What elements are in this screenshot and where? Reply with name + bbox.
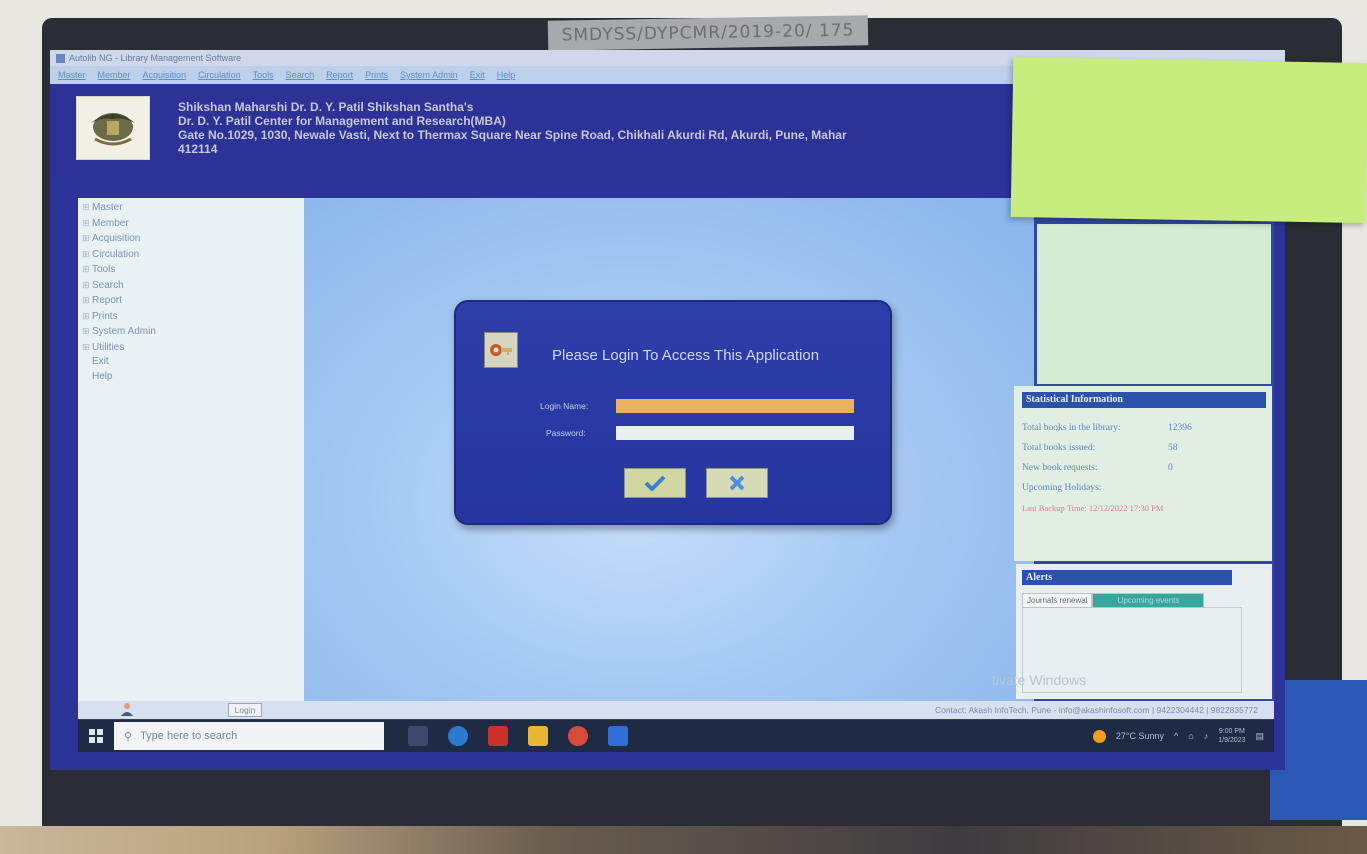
- tree-item-member[interactable]: ⊞ Member: [82, 216, 304, 232]
- stat-row: Upcoming Holidays:: [1022, 483, 1102, 493]
- info-panel: Statistical Information Total books in t…: [992, 198, 1274, 701]
- chevron-up-icon[interactable]: ^: [1174, 731, 1178, 741]
- menu-item-system-admin[interactable]: System Admin: [400, 66, 458, 84]
- start-button[interactable]: [78, 729, 114, 743]
- window-title: Autolib NG - Library Management Software: [69, 53, 242, 63]
- contact-info: Contact: Akash InfoTech, Pune - info@aka…: [934, 705, 1258, 715]
- institute-name: Dr. D. Y. Patil Center for Management an…: [178, 114, 506, 128]
- tree-item-help[interactable]: Help: [82, 370, 304, 385]
- expand-icon[interactable]: ⊞: [82, 200, 92, 215]
- login-name-label: Login Name:: [540, 401, 589, 411]
- pinned-apps: [408, 726, 628, 746]
- tree-item-master[interactable]: ⊞ Master: [82, 200, 304, 216]
- expand-icon[interactable]: ⊞: [82, 293, 92, 308]
- tab-journals-renewal[interactable]: Journals renewal: [1022, 593, 1093, 608]
- app-icon: [56, 53, 65, 63]
- key-icon: [484, 332, 518, 368]
- menu-item-prints[interactable]: Prints: [365, 66, 388, 84]
- windows-taskbar: ⚲ Type here to search 27°C Sunny ^ ⌂ ♪ 9…: [78, 720, 1274, 752]
- taskbar-search[interactable]: ⚲ Type here to search: [114, 722, 384, 750]
- clock[interactable]: 9:00 PM 1/9/2023: [1218, 727, 1245, 745]
- menu-item-help[interactable]: Help: [497, 66, 516, 84]
- clock-time: 9:00 PM: [1218, 728, 1245, 735]
- ok-button[interactable]: [624, 468, 686, 498]
- weather-sun-icon: [1092, 729, 1106, 743]
- menu-item-search[interactable]: Search: [286, 66, 315, 84]
- statistics-box: Statistical Information Total books in t…: [1014, 386, 1272, 561]
- weather-text[interactable]: 27°C Sunny: [1116, 731, 1164, 741]
- expand-icon[interactable]: ⊞: [82, 340, 92, 355]
- login-title: Please Login To Access This Application: [552, 347, 820, 364]
- login-name-input[interactable]: [616, 399, 854, 413]
- close-icon: [729, 475, 745, 491]
- tree-item-utilities[interactable]: ⊞ Utilities: [82, 340, 304, 356]
- library-app-icon[interactable]: [608, 726, 628, 746]
- menu-item-acquisition[interactable]: Acquisition: [143, 66, 187, 84]
- activation-watermark: tivate Windows: [992, 672, 1087, 688]
- login-status: Login: [228, 703, 262, 717]
- tree-item-report[interactable]: ⊞ Report: [82, 293, 304, 309]
- expand-icon[interactable]: ⊞: [82, 262, 92, 277]
- tree-item-system-admin[interactable]: ⊞ System Admin: [82, 324, 304, 340]
- expand-icon[interactable]: ⊞: [82, 278, 92, 293]
- user-icon: [120, 702, 134, 722]
- stat-row: Total books issued: 58: [1022, 443, 1178, 453]
- expand-icon[interactable]: ⊞: [82, 324, 92, 339]
- menu-item-exit[interactable]: Exit: [470, 66, 485, 84]
- alerts-box: Alerts Journals renewal Upcoming events …: [992, 564, 1272, 699]
- institute-pincode: 412114: [178, 142, 218, 156]
- stat-row: New book requests: 0: [1022, 463, 1173, 473]
- tree-item-exit[interactable]: Exit: [82, 355, 304, 370]
- institution-info: Shikshan Maharshi Dr. D. Y. Patil Shiksh…: [178, 100, 847, 156]
- status-bar: Login Contact: Akash InfoTech, Pune - in…: [78, 701, 1274, 719]
- tab-upcoming-events[interactable]: Upcoming events: [1092, 593, 1205, 608]
- emblem-icon: [91, 113, 135, 146]
- menu-item-tools[interactable]: Tools: [253, 66, 274, 84]
- sticky-note: [1010, 56, 1367, 224]
- tree-item-search[interactable]: ⊞ Search: [82, 278, 304, 294]
- last-backup-time: Last Backup Time: 12/12/2022 17:30 PM: [1022, 503, 1164, 513]
- clock-date: 1/9/2023: [1218, 737, 1246, 744]
- file-explorer-icon[interactable]: [528, 726, 548, 746]
- cancel-button[interactable]: [706, 468, 768, 498]
- password-label: Password:: [546, 428, 586, 438]
- menu-item-report[interactable]: Report: [326, 66, 353, 84]
- system-tray: 27°C Sunny ^ ⌂ ♪ 9:00 PM 1/9/2023 ▤: [1092, 727, 1274, 745]
- tree-item-acquisition[interactable]: ⊞ Acquisition: [82, 231, 304, 247]
- institution-logo: [76, 96, 150, 160]
- menu-item-master[interactable]: Master: [58, 66, 86, 84]
- expand-icon[interactable]: ⊞: [82, 231, 92, 246]
- tree-item-prints[interactable]: ⊞ Prints: [82, 309, 304, 325]
- menu-item-circulation[interactable]: Circulation: [198, 66, 241, 84]
- search-icon: ⚲: [124, 730, 133, 743]
- navigation-tree: ⊞ Master ⊞ Member ⊞ Acquisition ⊞ Circulatio…: [78, 198, 304, 701]
- expand-icon[interactable]: ⊞: [82, 309, 92, 324]
- stat-row: Total books in the library: 12396: [1022, 423, 1192, 433]
- document-stamp: SMDYSS/DYPCMR/2019-20/ 175: [547, 15, 869, 51]
- institute-address: Gate No.1029, 1030, Newale Vasti, Next t…: [178, 128, 847, 142]
- menu-item-member[interactable]: Member: [98, 66, 131, 84]
- notification-icon[interactable]: ▤: [1255, 731, 1264, 742]
- windows-logo-icon: [89, 729, 103, 743]
- chrome-icon[interactable]: [568, 726, 588, 746]
- expand-icon[interactable]: ⊞: [82, 247, 92, 262]
- info-panel-top: [1037, 224, 1271, 384]
- pdf-reader-icon[interactable]: [488, 726, 508, 746]
- login-dialog: Please Login To Access This Application …: [454, 300, 892, 525]
- search-placeholder: Type here to search: [140, 730, 238, 742]
- statistics-header: Statistical Information: [1022, 392, 1266, 408]
- volume-icon[interactable]: ♪: [1204, 731, 1209, 741]
- alert-tabs: Journals renewal Upcoming events: [1022, 593, 1264, 608]
- password-input[interactable]: [616, 426, 854, 440]
- checkmark-icon: [644, 475, 666, 491]
- task-view-icon[interactable]: [408, 726, 428, 746]
- desk-surface: [0, 826, 1367, 854]
- alerts-header: Alerts: [1022, 570, 1232, 585]
- expand-icon[interactable]: ⊞: [82, 216, 92, 231]
- edge-icon[interactable]: [448, 726, 468, 746]
- network-icon[interactable]: ⌂: [1188, 731, 1193, 741]
- tree-item-tools[interactable]: ⊞ Tools: [82, 262, 304, 278]
- tree-item-circulation[interactable]: ⊞ Circulation: [82, 247, 304, 263]
- trust-name: Shikshan Maharshi Dr. D. Y. Patil Shiksh…: [178, 100, 474, 114]
